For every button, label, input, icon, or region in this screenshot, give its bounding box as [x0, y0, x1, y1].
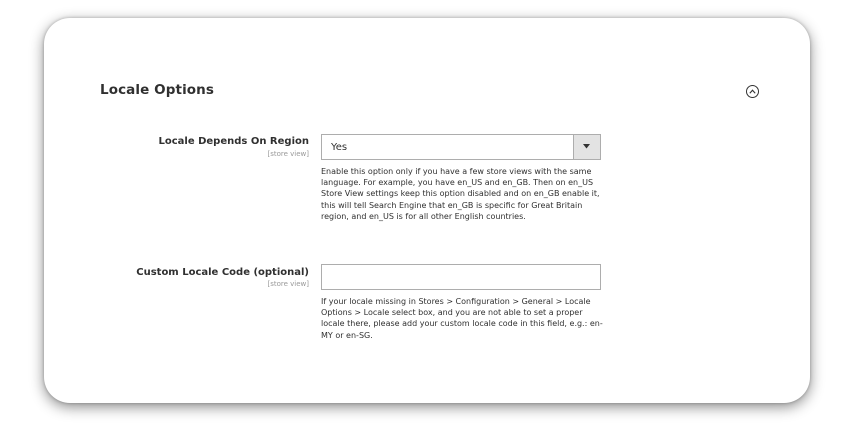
collapse-section-button[interactable]: [746, 85, 759, 98]
custom-locale-code-scope: [store view]: [267, 280, 309, 288]
locale-depends-on-region-select[interactable]: Yes: [321, 134, 601, 160]
section-title[interactable]: Locale Options: [100, 82, 214, 98]
chevron-up-icon: [749, 88, 756, 94]
custom-locale-code-note: If your locale missing in Stores > Confi…: [321, 297, 603, 340]
locale-depends-on-region-note: Enable this option only if you have a fe…: [321, 167, 600, 221]
locale-depends-on-region-label: Locale Depends On Region: [158, 136, 309, 147]
select-arrow-button[interactable]: [573, 135, 600, 159]
config-section-card: Locale Options Locale Depends On Region …: [44, 18, 810, 403]
caret-down-icon: [583, 144, 590, 149]
locale-depends-on-region-scope: [store view]: [267, 150, 309, 158]
select-value: Yes: [331, 142, 348, 153]
custom-locale-code-label: Custom Locale Code (optional): [136, 267, 309, 278]
custom-locale-code-input[interactable]: [321, 264, 601, 290]
